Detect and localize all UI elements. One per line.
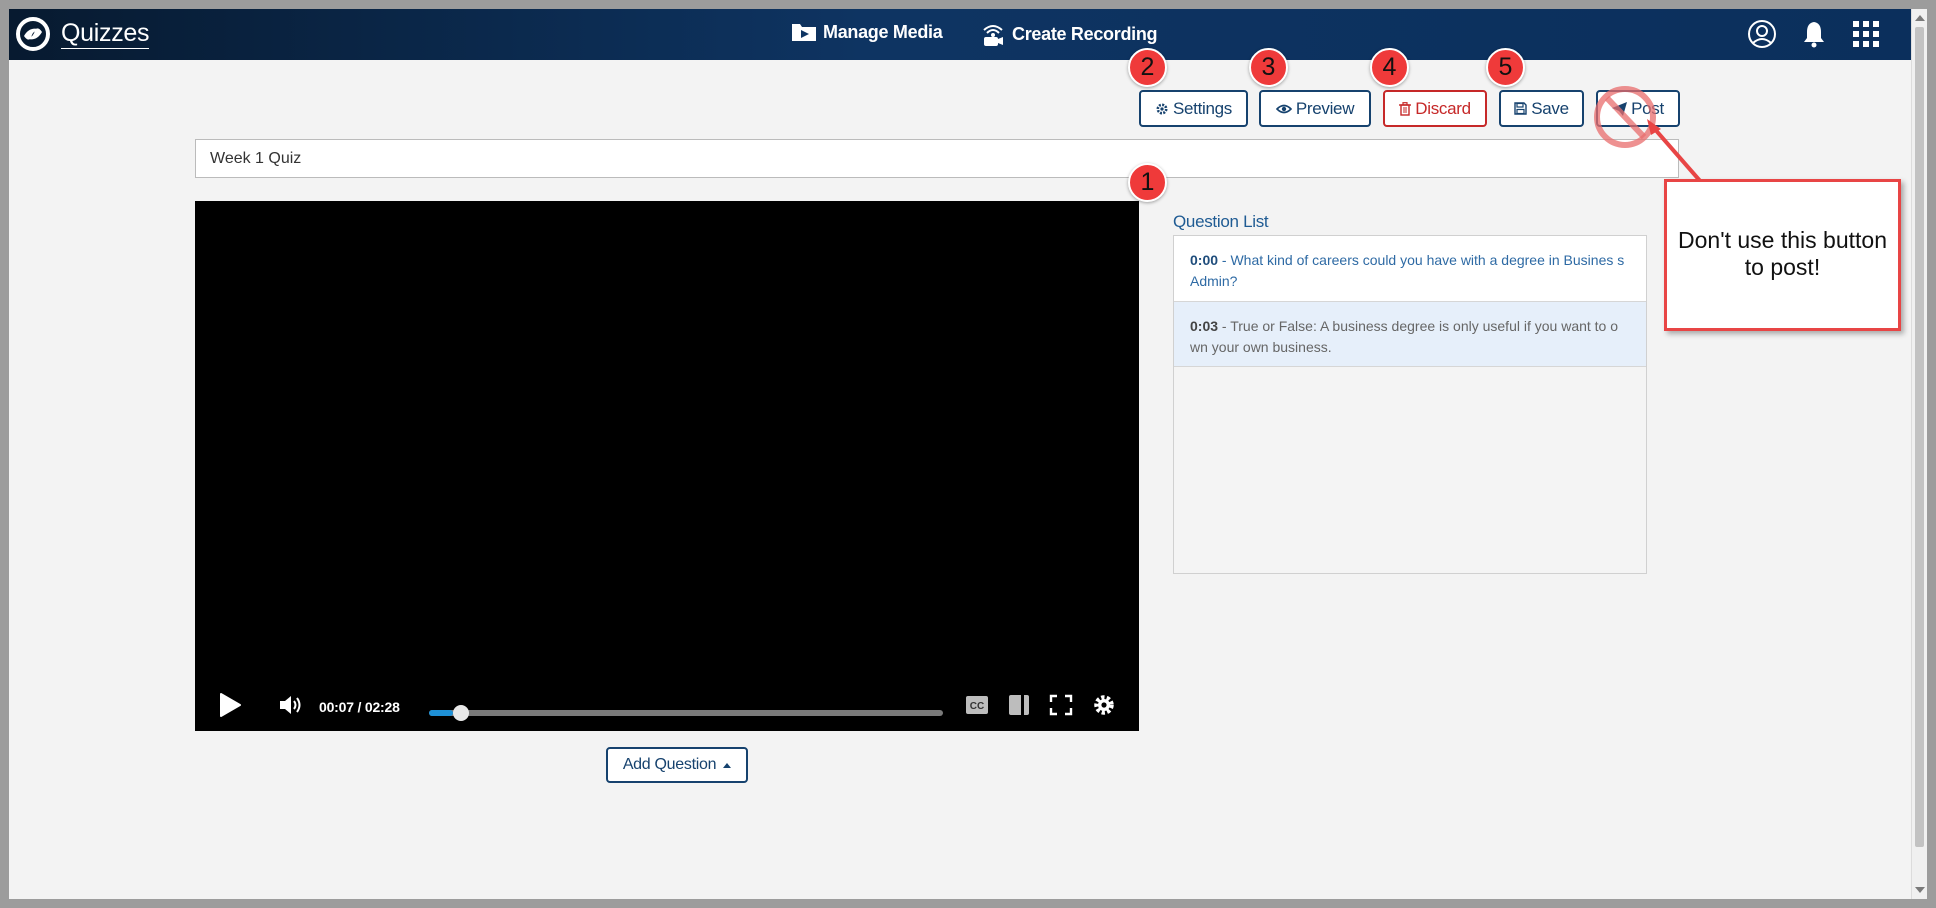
question-list-item[interactable]: 0:00 - What kind of careers could you ha… [1174,236,1646,302]
nav-right-icons [1725,19,1881,49]
svg-text:CC: CC [970,701,984,712]
theater-mode-icon[interactable] [1007,691,1031,724]
question-time: 0:03 [1190,318,1219,334]
scroll-thumb[interactable] [1915,27,1924,847]
question-time: 0:00 [1190,252,1219,268]
gear-icon [1156,103,1168,114]
play-icon[interactable] [217,691,243,724]
app-name: Quizzes [61,19,150,49]
step-callout-4: 4 [1370,48,1409,87]
save-button-label: Save [1531,98,1569,118]
fullscreen-icon[interactable] [1049,691,1073,724]
post-button[interactable]: Post [1596,90,1680,127]
nav-manage-media[interactable]: Manage Media [791,21,943,43]
floppy-disk-icon [1514,102,1527,115]
save-button[interactable]: Save [1499,90,1584,127]
account-icon[interactable] [1747,19,1777,49]
question-list-panel: 0:00 - What kind of careers could you ha… [1173,235,1647,574]
nav-create-recording[interactable]: Create Recording [980,21,1158,47]
caret-up-icon [723,762,732,768]
question-text: - What kind of careers could you have wi… [1190,252,1625,289]
seek-handle[interactable] [453,705,470,721]
vertical-scrollbar[interactable] [1911,9,1927,899]
step-callout-1: 1 [1128,163,1167,202]
step-callout-3: 3 [1249,48,1288,87]
time-display: 00:07 / 02:28 [319,699,400,715]
top-navbar: Quizzes Manage Media Create Recording [9,9,1911,60]
discard-button[interactable]: Discard [1383,90,1487,127]
video-player[interactable]: 00:07 / 02:28 CC [195,201,1139,731]
preview-button-label: Preview [1295,98,1355,118]
scroll-up-arrow-icon[interactable] [1915,15,1925,21]
settings-button[interactable]: Settings [1139,90,1248,127]
notifications-bell-icon[interactable] [1799,19,1829,49]
recording-icon [983,25,1003,46]
apps-grid-icon[interactable] [1851,19,1881,49]
step-callout-2: 2 [1128,48,1167,87]
seek-bar[interactable] [429,705,943,721]
app-window: Quizzes Manage Media Create Recording Se… [9,9,1911,899]
discard-button-label: Discard [1415,98,1471,118]
settings-button-label: Settings [1172,98,1233,118]
nav-create-recording-label: Create Recording [1012,23,1158,44]
add-question-button[interactable]: Add Question [606,747,748,783]
add-question-label: Add Question [622,756,717,773]
question-list-item[interactable]: 0:03 - True or False: A business degree … [1174,302,1646,367]
step-callout-5: 5 [1486,48,1525,87]
question-list-heading: Question List [1173,212,1269,231]
closed-captions-icon[interactable]: CC [965,691,989,724]
quizzes-logo-icon [16,17,50,51]
annotation-note: Don't use this button to post! [1664,179,1901,331]
quiz-title-input[interactable] [195,139,1679,178]
player-settings-gear-icon[interactable] [1092,691,1116,724]
paper-plane-icon [1612,101,1628,116]
post-button-label: Post [1631,98,1664,118]
question-text: - True or False: A business degree is on… [1190,318,1619,355]
brand[interactable]: Quizzes [15,16,150,52]
trash-icon [1399,101,1412,116]
nav-manage-media-label: Manage Media [823,21,943,42]
volume-icon[interactable] [278,691,304,724]
preview-button[interactable]: Preview [1259,90,1371,127]
seek-progress [429,710,454,716]
media-folder-icon [792,24,816,41]
scroll-down-arrow-icon[interactable] [1915,887,1925,893]
eye-icon [1275,104,1292,113]
